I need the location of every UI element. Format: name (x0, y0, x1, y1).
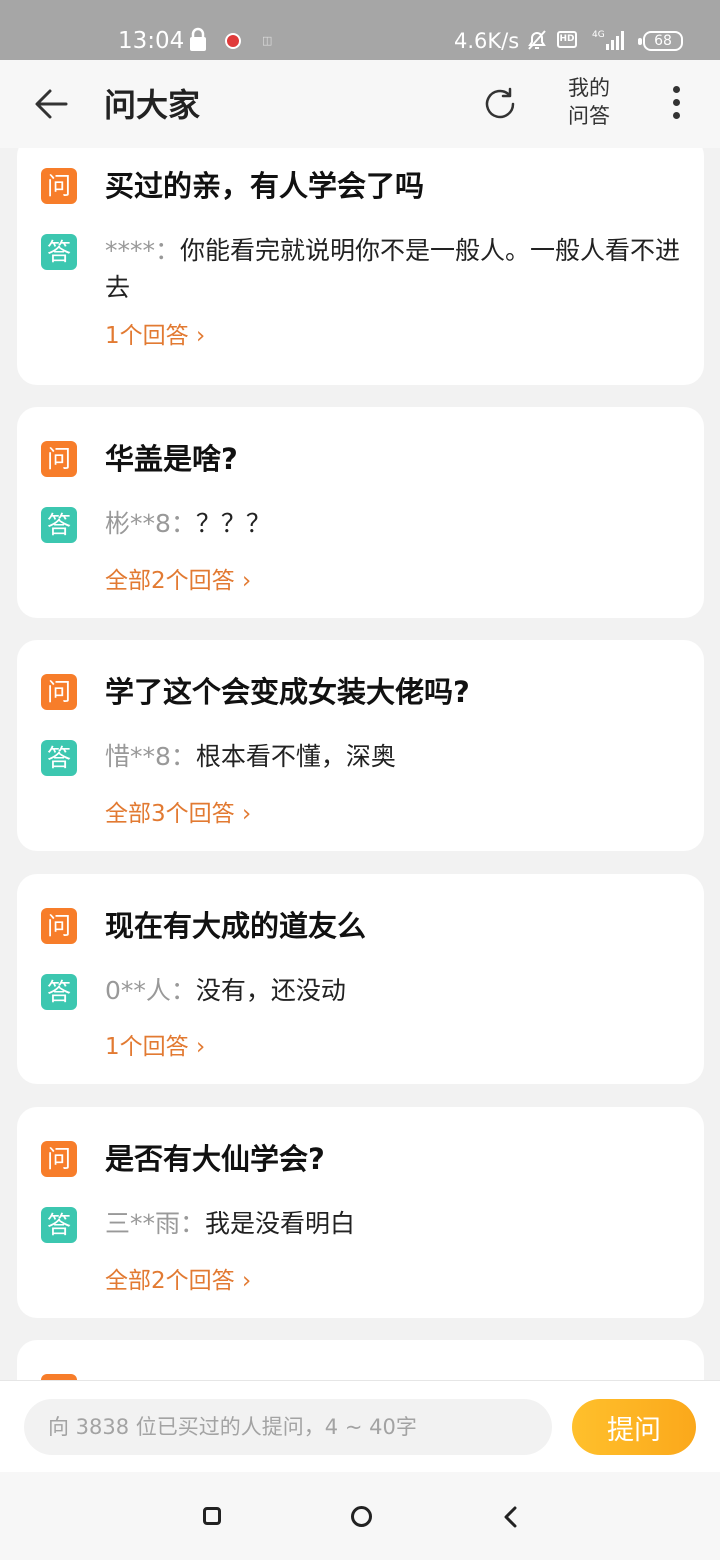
qa-card[interactable]: 问 现在有大成的道友么 答 0**人：没有，还没动 1个回答 › (17, 874, 704, 1084)
network-speed: 4.6K/s (454, 29, 520, 53)
question-tag: 问 (41, 908, 77, 944)
answer-user: 0**人： (105, 976, 196, 1005)
view-answers-link[interactable]: 全部2个回答 › (105, 1265, 251, 1297)
qa-card[interactable]: 问 华盖是啥? 答 彬**8：？？？ 全部2个回答 › (17, 407, 704, 618)
back-arrow-icon[interactable] (32, 84, 70, 124)
ask-bar: 提问 (0, 1380, 720, 1472)
app-notification-icon (225, 33, 241, 49)
answer-tag: 答 (41, 974, 77, 1010)
notification-glyph-icon: ◫ (262, 34, 273, 47)
question-text: 华盖是啥? (105, 442, 238, 476)
question-tag: 问 (41, 441, 77, 477)
status-time: 13:04 (118, 28, 185, 54)
qa-card-partial[interactable] (17, 1340, 704, 1380)
answer-user: ****： (105, 236, 181, 265)
system-nav-bar (0, 1472, 720, 1560)
question-tag: 问 (41, 168, 77, 204)
refresh-icon[interactable] (480, 84, 520, 124)
answer-text: 你能看完就说明你不是一般人。一般人看不进去 (105, 236, 681, 302)
hd-icon: HD (557, 31, 577, 48)
my-qa-button[interactable]: 我的 问答 (564, 74, 614, 130)
question-text: 学了这个会变成女装大佬吗? (105, 675, 470, 709)
my-qa-line2: 问答 (568, 104, 610, 128)
answer-tag: 答 (41, 507, 77, 543)
answer-tag: 答 (41, 234, 77, 270)
qa-list: 问 买过的亲，有人学会了吗 答 ****：你能看完就说明你不是一般人。一般人看不… (0, 148, 720, 1380)
answer-tag: 答 (41, 740, 77, 776)
answer-text: 没有，还没动 (195, 976, 346, 1005)
app-header: 问大家 我的 问答 (0, 60, 720, 148)
answer-line: 0**人：没有，还没动 (105, 972, 695, 1009)
question-tag: 问 (41, 1141, 77, 1177)
view-answers-link[interactable]: 全部2个回答 › (105, 565, 251, 597)
bell-off-icon (528, 30, 546, 50)
question-text: 现在有大成的道友么 (105, 909, 367, 943)
page-title: 问大家 (104, 86, 201, 124)
question-text: 是否有大仙学会? (105, 1142, 325, 1176)
view-answers-link[interactable]: 全部3个回答 › (105, 798, 251, 830)
answer-line: 惜**8：根本看不懂，深奥 (105, 738, 695, 775)
answer-text: 根本看不懂，深奥 (195, 742, 396, 771)
question-text: 买过的亲，有人学会了吗 (105, 169, 425, 203)
my-qa-line1: 我的 (568, 76, 610, 100)
answer-line: 彬**8：？？？ (105, 505, 695, 542)
more-menu-icon[interactable] (670, 86, 682, 122)
recent-apps-icon[interactable] (203, 1507, 221, 1525)
ask-question-input[interactable] (24, 1399, 552, 1455)
lock-icon (190, 27, 206, 51)
home-icon[interactable] (351, 1506, 372, 1527)
qa-card[interactable]: 问 买过的亲，有人学会了吗 答 ****：你能看完就说明你不是一般人。一般人看不… (17, 148, 704, 385)
battery-icon: 68 (638, 31, 683, 51)
answer-text: ？？？ (195, 509, 271, 538)
answer-user: 彬**8： (105, 509, 196, 538)
answer-line: ****：你能看完就说明你不是一般人。一般人看不进去 (105, 232, 695, 306)
view-answers-link[interactable]: 1个回答 › (105, 1031, 205, 1063)
answer-user: 惜**8： (105, 742, 196, 771)
answer-tag: 答 (41, 1207, 77, 1243)
qa-card[interactable]: 问 是否有大仙学会? 答 三**雨：我是没看明白 全部2个回答 › (17, 1107, 704, 1318)
nav-back-icon[interactable] (502, 1505, 518, 1529)
network-type: 4G (592, 30, 605, 40)
answer-text: 我是没看明白 (205, 1209, 356, 1238)
view-answers-link[interactable]: 1个回答 › (105, 320, 205, 352)
answer-user: 三**雨： (105, 1209, 206, 1238)
ask-question-button[interactable]: 提问 (572, 1399, 696, 1455)
question-tag: 问 (41, 674, 77, 710)
signal-icon: 4G (592, 30, 624, 50)
qa-card[interactable]: 问 学了这个会变成女装大佬吗? 答 惜**8：根本看不懂，深奥 全部3个回答 › (17, 640, 704, 851)
status-bar: 13:04 ◫ 4.6K/s HD 4G 68 (0, 0, 720, 60)
answer-line: 三**雨：我是没看明白 (105, 1205, 695, 1242)
